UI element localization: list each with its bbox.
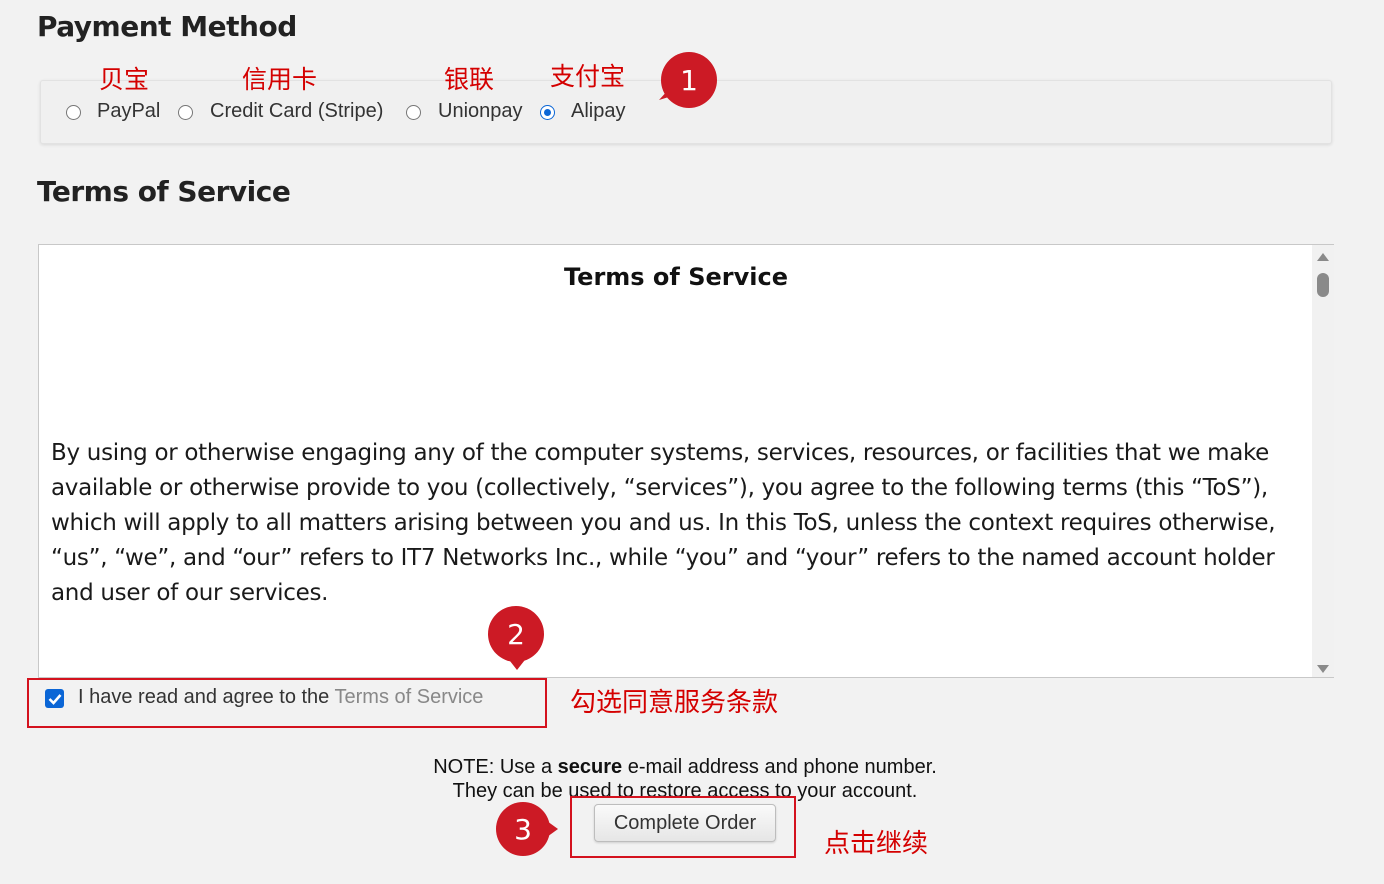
unionpay-option-label[interactable]: Unionpay [438,100,523,123]
terms-scrollbar[interactable] [1312,245,1334,677]
scroll-thumb[interactable] [1317,273,1329,297]
callout-pointer-icon [540,816,558,842]
alipay-radio[interactable] [540,105,555,120]
scroll-up-arrow-icon[interactable] [1317,253,1329,261]
step-1-callout: 1 [655,50,725,110]
step-2-callout: 2 [486,604,546,670]
paypal-option-label[interactable]: PayPal [97,100,160,123]
credit-card-option-label[interactable]: Credit Card (Stripe) [210,100,383,123]
note-line-1: NOTE: Use a secure e-mail address and ph… [433,756,937,778]
step-3-callout: 3 [496,802,566,858]
agree-checkbox[interactable] [45,689,64,708]
terms-document-title: Terms of Service [563,263,788,291]
creditcard-cn-label: 信用卡 [242,65,318,94]
unionpay-cn-label: 银联 [444,65,495,94]
terms-body-text: By using or otherwise engaging any of th… [51,440,1276,606]
alipay-cn-label: 支付宝 [550,62,626,91]
step-2-badge: 2 [488,606,544,662]
click-hint-label: 点击继续 [824,829,929,859]
credit-card-radio[interactable] [178,105,193,120]
paypal-cn-label: 贝宝 [99,65,150,94]
callout-pointer-icon [506,656,528,670]
agree-label[interactable]: I have read and agree to the Terms of Se… [78,686,483,709]
payment-method-title: Payment Method [37,10,297,43]
unionpay-radio[interactable] [406,105,421,120]
terms-scroll-box[interactable]: Terms of Service By using or otherwise e… [38,244,1334,678]
agree-label-prefix: I have read and agree to the [78,686,335,708]
terms-section-title: Terms of Service [37,175,291,208]
terms-link[interactable]: Terms of Service [335,686,484,708]
scroll-down-arrow-icon[interactable] [1317,665,1329,673]
step-1-badge: 1 [661,52,717,108]
alipay-option-label[interactable]: Alipay [571,100,625,123]
paypal-radio[interactable] [66,105,81,120]
complete-order-button[interactable]: Complete Order [594,804,776,842]
agree-hint-label: 勾选同意服务条款 [570,688,779,718]
checkmark-icon [48,693,61,705]
